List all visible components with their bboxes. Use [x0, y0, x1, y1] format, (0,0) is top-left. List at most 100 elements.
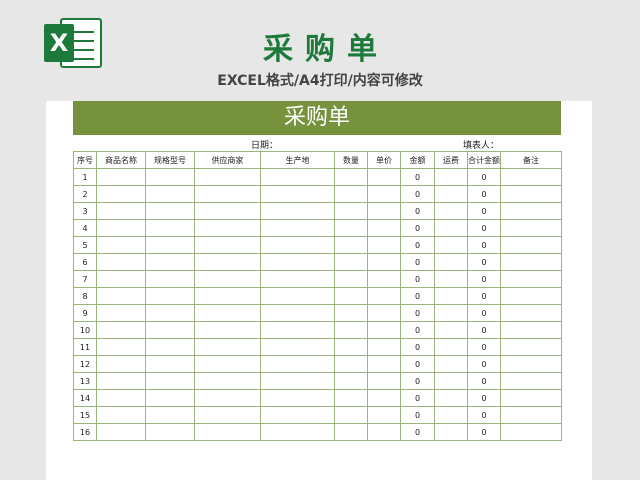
table-cell[interactable] [334, 168, 368, 186]
table-cell[interactable] [500, 168, 562, 186]
table-cell[interactable] [434, 270, 468, 288]
table-cell[interactable] [260, 423, 335, 441]
table-cell[interactable] [367, 219, 401, 237]
table-cell[interactable] [434, 219, 468, 237]
table-cell[interactable] [367, 236, 401, 254]
table-cell[interactable] [194, 270, 261, 288]
amount-cell[interactable]: 0 [400, 287, 435, 305]
row-number-cell[interactable]: 16 [73, 423, 97, 441]
table-cell[interactable] [96, 219, 146, 237]
row-number-cell[interactable]: 13 [73, 372, 97, 390]
table-cell[interactable] [367, 321, 401, 339]
table-cell[interactable] [145, 168, 195, 186]
table-cell[interactable] [194, 338, 261, 356]
table-cell[interactable] [194, 304, 261, 322]
table-cell[interactable] [194, 253, 261, 271]
table-cell[interactable] [260, 168, 335, 186]
table-cell[interactable] [194, 355, 261, 373]
table-cell[interactable] [260, 372, 335, 390]
table-cell[interactable] [194, 372, 261, 390]
row-number-cell[interactable]: 8 [73, 287, 97, 305]
table-cell[interactable] [334, 423, 368, 441]
table-cell[interactable] [194, 389, 261, 407]
amount-cell[interactable]: 0 [400, 389, 435, 407]
table-cell[interactable] [500, 270, 562, 288]
table-cell[interactable] [334, 287, 368, 305]
table-cell[interactable] [96, 253, 146, 271]
table-cell[interactable] [96, 321, 146, 339]
table-cell[interactable] [194, 423, 261, 441]
table-cell[interactable] [500, 185, 562, 203]
table-cell[interactable] [145, 372, 195, 390]
table-cell[interactable] [194, 219, 261, 237]
table-cell[interactable] [367, 338, 401, 356]
table-cell[interactable] [194, 406, 261, 424]
amount-cell[interactable]: 0 [400, 270, 435, 288]
table-cell[interactable] [367, 389, 401, 407]
table-cell[interactable] [434, 202, 468, 220]
table-cell[interactable] [194, 321, 261, 339]
table-cell[interactable] [334, 202, 368, 220]
table-cell[interactable] [260, 236, 335, 254]
table-cell[interactable] [334, 236, 368, 254]
table-cell[interactable] [500, 338, 562, 356]
row-number-cell[interactable]: 15 [73, 406, 97, 424]
table-cell[interactable] [434, 236, 468, 254]
table-cell[interactable] [367, 423, 401, 441]
total-cell[interactable]: 0 [467, 355, 501, 373]
table-cell[interactable] [96, 423, 146, 441]
table-cell[interactable] [434, 321, 468, 339]
total-cell[interactable]: 0 [467, 236, 501, 254]
total-cell[interactable]: 0 [467, 202, 501, 220]
table-cell[interactable] [194, 236, 261, 254]
table-cell[interactable] [260, 219, 335, 237]
table-cell[interactable] [145, 355, 195, 373]
table-cell[interactable] [500, 355, 562, 373]
table-cell[interactable] [96, 389, 146, 407]
amount-cell[interactable]: 0 [400, 406, 435, 424]
table-cell[interactable] [145, 219, 195, 237]
table-cell[interactable] [500, 219, 562, 237]
row-number-cell[interactable]: 4 [73, 219, 97, 237]
table-cell[interactable] [145, 389, 195, 407]
amount-cell[interactable]: 0 [400, 219, 435, 237]
table-cell[interactable] [260, 406, 335, 424]
table-cell[interactable] [334, 304, 368, 322]
table-cell[interactable] [96, 185, 146, 203]
table-cell[interactable] [434, 185, 468, 203]
total-cell[interactable]: 0 [467, 406, 501, 424]
total-cell[interactable]: 0 [467, 423, 501, 441]
table-cell[interactable] [334, 338, 368, 356]
table-cell[interactable] [96, 304, 146, 322]
table-cell[interactable] [434, 389, 468, 407]
table-cell[interactable] [500, 423, 562, 441]
table-cell[interactable] [145, 287, 195, 305]
table-cell[interactable] [260, 304, 335, 322]
table-cell[interactable] [145, 321, 195, 339]
table-cell[interactable] [367, 202, 401, 220]
table-cell[interactable] [334, 185, 368, 203]
table-cell[interactable] [145, 253, 195, 271]
amount-cell[interactable]: 0 [400, 168, 435, 186]
table-cell[interactable] [434, 423, 468, 441]
table-cell[interactable] [96, 202, 146, 220]
table-cell[interactable] [334, 253, 368, 271]
table-cell[interactable] [334, 219, 368, 237]
table-cell[interactable] [145, 270, 195, 288]
table-cell[interactable] [334, 389, 368, 407]
table-cell[interactable] [194, 185, 261, 203]
table-cell[interactable] [260, 389, 335, 407]
table-cell[interactable] [96, 406, 146, 424]
total-cell[interactable]: 0 [467, 270, 501, 288]
table-cell[interactable] [367, 355, 401, 373]
table-cell[interactable] [500, 253, 562, 271]
table-cell[interactable] [260, 321, 335, 339]
table-cell[interactable] [194, 202, 261, 220]
table-cell[interactable] [260, 355, 335, 373]
table-cell[interactable] [145, 304, 195, 322]
total-cell[interactable]: 0 [467, 372, 501, 390]
table-cell[interactable] [334, 270, 368, 288]
table-cell[interactable] [145, 185, 195, 203]
table-cell[interactable] [145, 406, 195, 424]
table-cell[interactable] [96, 355, 146, 373]
